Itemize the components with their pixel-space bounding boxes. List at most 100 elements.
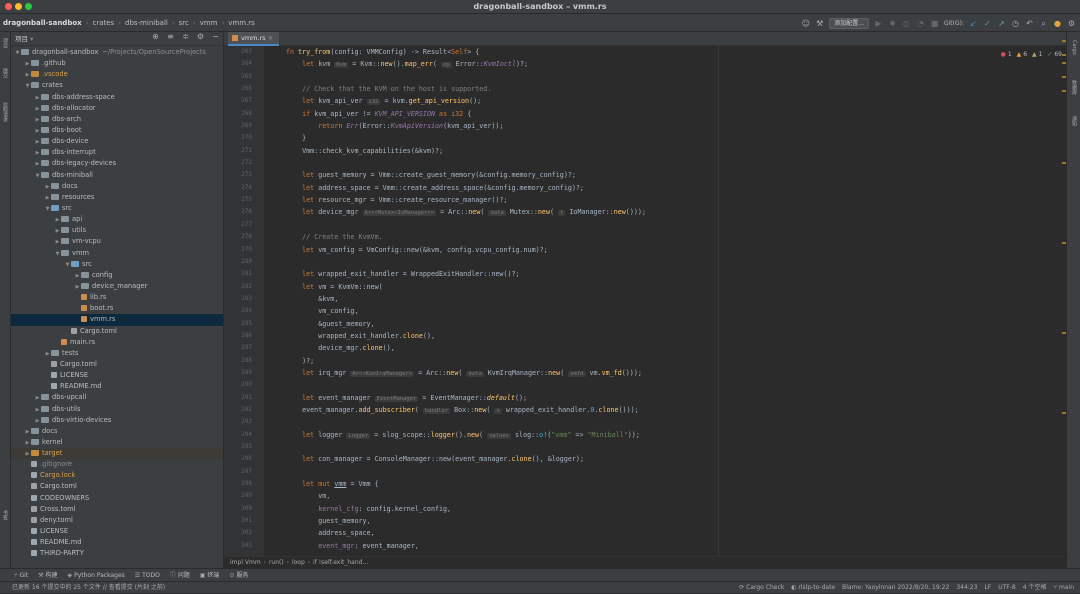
status-branch[interactable]: ⑂ main xyxy=(1053,582,1074,594)
add-configuration-button[interactable]: 添加配置... xyxy=(829,17,869,29)
tool-project[interactable]: 项目 xyxy=(2,38,9,48)
status-blame[interactable]: Blame: Yaoyinnan 2022/8/20, 19:22 xyxy=(842,582,949,594)
tree-item[interactable]: ▶ resources xyxy=(11,192,223,203)
tree-item[interactable]: ▶ device_manager xyxy=(11,281,223,292)
tree-item[interactable]: ▶ docs xyxy=(11,426,223,437)
status-encoding[interactable]: UTF-8 xyxy=(998,582,1016,594)
run-icon[interactable]: ▶ xyxy=(874,19,883,28)
hammer-icon[interactable]: ⚒ xyxy=(815,19,824,28)
tree-item[interactable]: ▶ config xyxy=(11,270,223,281)
scrollbar-marker[interactable] xyxy=(1062,54,1066,56)
status-cargo-check[interactable]: ⟳ Cargo Check xyxy=(739,582,784,594)
status-indent[interactable]: 4 个空格 xyxy=(1023,582,1047,594)
scrollbar-marker[interactable] xyxy=(1062,332,1066,334)
tree-item[interactable]: ▶ dbs-utils xyxy=(11,404,223,415)
breadcrumb-crates[interactable]: crates xyxy=(89,19,117,27)
tree-item[interactable]: ▶ dbs-boot xyxy=(11,125,223,136)
code-crumb-run[interactable]: run() xyxy=(269,559,284,566)
scrollbar-marker[interactable] xyxy=(1062,162,1066,164)
close-window-button[interactable] xyxy=(5,3,12,10)
breadcrumb-dbs-miniball[interactable]: dbs-miniball xyxy=(122,19,171,27)
stop-icon[interactable]: ■ xyxy=(930,19,939,28)
tree-item[interactable]: deny.toml xyxy=(11,515,223,526)
hide-panel-icon[interactable]: − xyxy=(211,32,220,41)
scrollbar-marker[interactable] xyxy=(1062,40,1066,42)
tree-item[interactable]: Cargo.toml xyxy=(11,326,223,337)
tree-item[interactable]: .gitignore xyxy=(11,459,223,470)
tree-item[interactable]: ▶ dbs-address-space xyxy=(11,92,223,103)
debug-icon[interactable]: ✹ xyxy=(888,19,897,28)
tree-item[interactable]: ▼ dragonball-sandbox ~/Projects/OpenSource… xyxy=(11,47,223,58)
code-crumb-loop[interactable]: loop xyxy=(292,559,305,566)
locate-icon[interactable]: ⊕ xyxy=(151,32,160,41)
tree-item[interactable]: ▶ dbs-interrupt xyxy=(11,147,223,158)
git-push-icon[interactable]: ↗ xyxy=(997,19,1006,28)
code-crumb-impl[interactable]: impl Vmm xyxy=(230,559,261,566)
tree-item[interactable]: Cargo.toml xyxy=(11,359,223,370)
tree-item[interactable]: LICENSE xyxy=(11,370,223,381)
tree-item[interactable]: boot.rs xyxy=(11,303,223,314)
code-area[interactable]: fn try_from(config: VMMConfig) -> Result… xyxy=(286,46,1066,556)
tree-item[interactable]: ▶ .vscode xyxy=(11,69,223,80)
close-tab-icon[interactable]: × xyxy=(268,34,273,42)
tree-item[interactable]: ▶ tests xyxy=(11,348,223,359)
expand-all-icon[interactable]: ≡ xyxy=(166,32,175,41)
scrollbar-marker[interactable] xyxy=(1062,76,1066,78)
breadcrumb-file[interactable]: vmm.rs xyxy=(225,19,258,27)
tree-item[interactable]: README.md xyxy=(11,381,223,392)
history-icon[interactable]: ◷ xyxy=(1011,19,1020,28)
zoom-window-button[interactable] xyxy=(25,3,32,10)
tree-item[interactable]: ▼ src xyxy=(11,203,223,214)
tree-item[interactable]: ▶ utils xyxy=(11,225,223,236)
tree-item[interactable]: vmm.rs xyxy=(11,314,223,326)
tree-item[interactable]: README.md xyxy=(11,537,223,548)
tool-window-python-packages[interactable]: ◈ Python Packages xyxy=(68,569,125,581)
tree-item[interactable]: ▶ vm-vcpu xyxy=(11,236,223,247)
tree-item[interactable]: ▶ dbs-upcall xyxy=(11,392,223,403)
settings-icon[interactable]: ⚙ xyxy=(1067,19,1076,28)
tool-window-services[interactable]: ⊙ 服务 xyxy=(229,569,248,581)
git-update-icon[interactable]: ↙ xyxy=(969,19,978,28)
profile-icon[interactable]: ◔ xyxy=(916,19,925,28)
minimize-window-button[interactable] xyxy=(15,3,22,10)
tree-item[interactable]: ▼ crates xyxy=(11,80,223,91)
status-message[interactable]: 已更新 16 个提交中的 25 个文件 // 查看提交 (片刻 之前) xyxy=(12,582,165,594)
status-line-separator[interactable]: LF xyxy=(984,582,991,594)
tree-item[interactable]: Cargo.lock xyxy=(11,470,223,481)
tool-notifications[interactable]: 通知 xyxy=(1071,116,1078,126)
tree-item[interactable]: THIRD-PARTY xyxy=(11,548,223,559)
tree-item[interactable]: ▶ dbs-device xyxy=(11,136,223,147)
tree-item[interactable]: ▶ api xyxy=(11,214,223,225)
search-icon[interactable]: ⌕ xyxy=(1039,19,1048,28)
tree-item[interactable]: Cargo.toml xyxy=(11,481,223,492)
tool-pull-requests[interactable]: 拉取请求 xyxy=(2,102,9,122)
tool-window-todo[interactable]: ☰ TODO xyxy=(135,569,160,581)
tree-item[interactable]: ▶ kernel xyxy=(11,437,223,448)
tree-item[interactable]: ▼ vmm xyxy=(11,248,223,259)
scrollbar-marker[interactable] xyxy=(1062,90,1066,92)
rollback-icon[interactable]: ↶ xyxy=(1025,19,1034,28)
tree-item[interactable]: lib.rs xyxy=(11,292,223,303)
status-rls[interactable]: ◐ rlslp-to-date xyxy=(791,582,835,594)
tree-item[interactable]: ▼ dbs-miniball xyxy=(11,170,223,181)
tree-item[interactable]: ▶ target xyxy=(11,448,223,460)
tool-window-build[interactable]: ⚒ 构建 xyxy=(38,569,57,581)
tree-item[interactable]: ▼ src xyxy=(11,259,223,270)
breadcrumb-vmm[interactable]: vmm xyxy=(197,19,221,27)
scrollbar-marker[interactable] xyxy=(1062,412,1066,414)
tree-item[interactable]: ▶ .github xyxy=(11,58,223,69)
coverage-icon[interactable]: ◎ xyxy=(902,19,911,28)
breadcrumb-src[interactable]: src xyxy=(176,19,192,27)
tool-database[interactable]: 数据库 xyxy=(1071,80,1078,95)
tree-item[interactable]: ▶ dbs-legacy-devices xyxy=(11,158,223,169)
editor-tab-vmm-rs[interactable]: vmm.rs × xyxy=(228,32,280,46)
status-caret-position[interactable]: 344:23 xyxy=(956,582,977,594)
tree-item[interactable]: ▶ dbs-arch xyxy=(11,114,223,125)
tool-window-problems[interactable]: ⓘ 问题 xyxy=(170,569,190,581)
user-icon[interactable]: ☺ xyxy=(801,19,810,28)
plugin-icon[interactable]: ● xyxy=(1053,19,1062,28)
tree-item[interactable]: LICENSE xyxy=(11,526,223,537)
tool-window-terminal[interactable]: ▣ 终端 xyxy=(200,569,220,581)
breadcrumb-project[interactable]: dragonball-sandbox xyxy=(0,19,85,27)
tree-item[interactable]: Cross.toml xyxy=(11,504,223,515)
